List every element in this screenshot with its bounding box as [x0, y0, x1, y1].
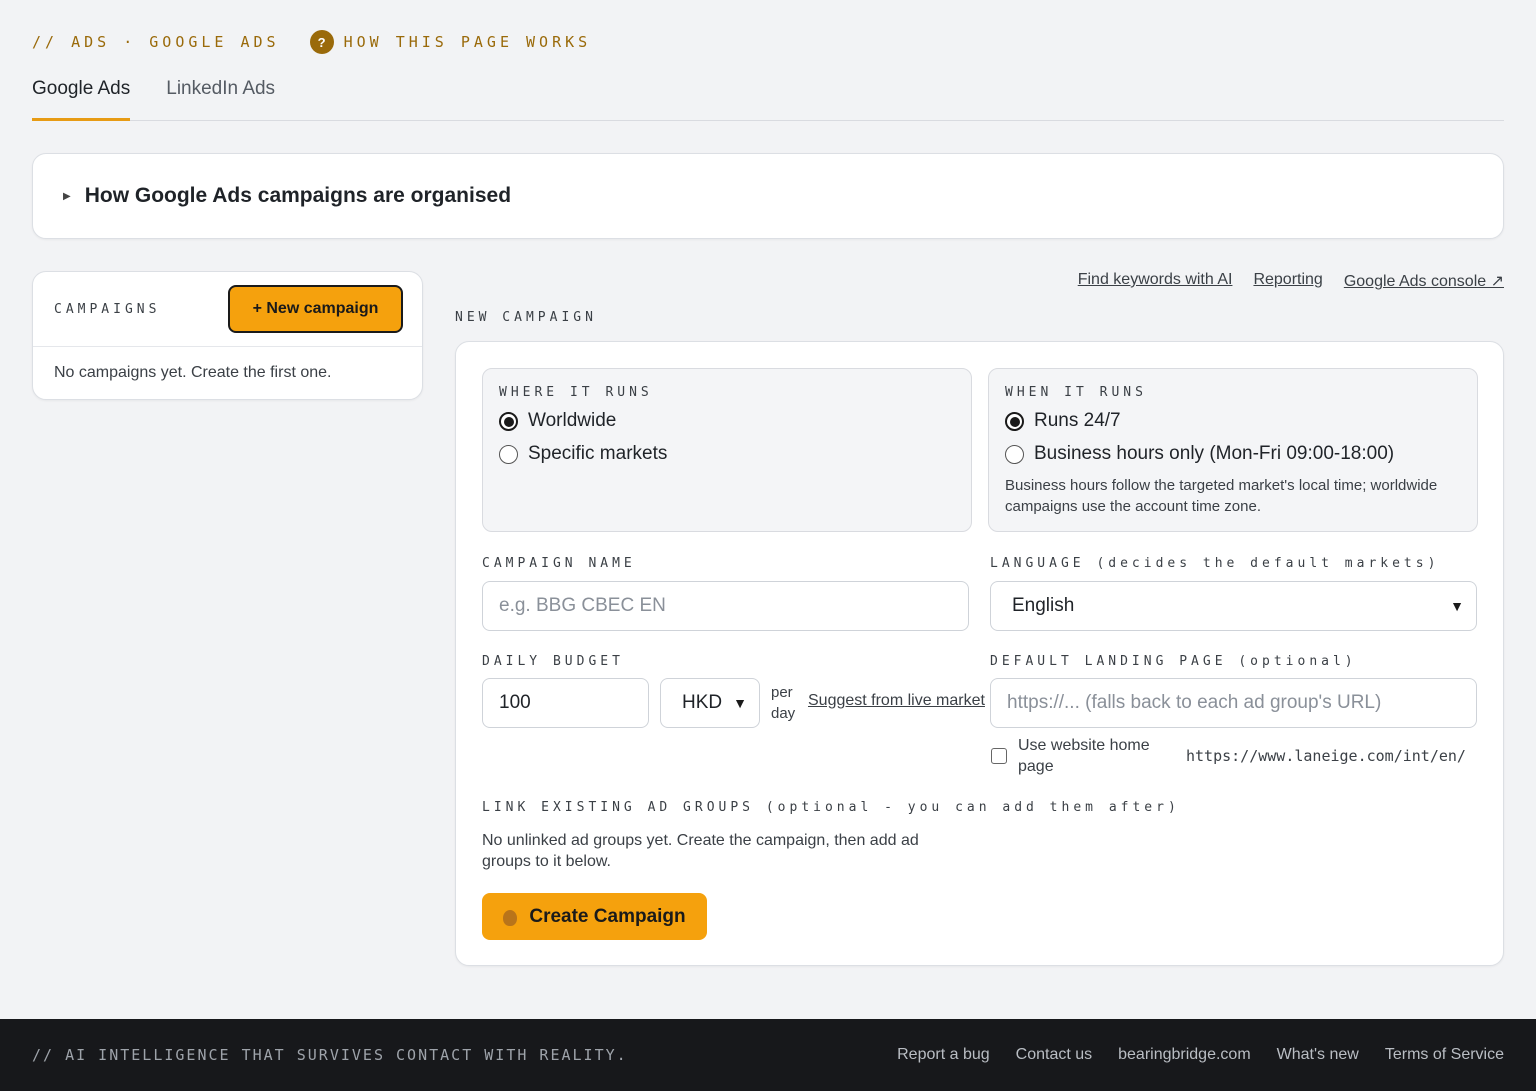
where-it-runs-label: WHERE IT RUNS — [499, 385, 653, 400]
radio-business-hours[interactable]: Business hours only (Mon-Fri 09:00-18:00… — [1005, 443, 1461, 465]
campaign-name-input[interactable]: e.g. BBG CBEC EN — [482, 581, 969, 631]
create-campaign-label: Create Campaign — [529, 905, 686, 927]
new-campaign-label: NEW CAMPAIGN — [455, 310, 597, 325]
where-it-runs-box: WHERE IT RUNS Worldwide Specific markets — [482, 368, 972, 532]
campaigns-empty-text: No campaigns yet. Create the first one. — [54, 364, 332, 381]
home-url-text: https://www.laneige.com/int/en/ — [1186, 747, 1466, 765]
currency-select[interactable]: HKD ▼ — [660, 678, 760, 728]
reporting-link[interactable]: Reporting — [1253, 271, 1322, 291]
when-it-runs-box: WHEN IT RUNS Runs 24/7 Business hours on… — [988, 368, 1478, 532]
currency-value: HKD — [682, 692, 723, 713]
no-ad-groups-text: No unlinked ad groups yet. Create the ca… — [482, 832, 919, 870]
radio-checked-icon — [499, 411, 518, 431]
suggest-budget-link[interactable]: Suggest from live market — [808, 692, 990, 710]
campaigns-panel-header: CAMPAIGNS + New campaign — [33, 272, 422, 347]
money-bag-icon — [503, 909, 518, 926]
footer: // AI INTELLIGENCE THAT SURVIVES CONTACT… — [0, 1019, 1536, 1091]
help-icon: ? — [309, 30, 334, 54]
find-keywords-link[interactable]: Find keywords with AI — [1078, 271, 1233, 291]
business-hours-note: Business hours follow the targeted marke… — [1005, 477, 1438, 515]
new-campaign-form: WHERE IT RUNS Worldwide Specific markets… — [455, 341, 1504, 966]
use-home-page-label: Use website home page — [1018, 737, 1150, 775]
contact-us-link[interactable]: Contact us — [1016, 1046, 1092, 1064]
new-campaign-button[interactable]: + New campaign — [228, 285, 403, 333]
footer-tagline: // AI INTELLIGENCE THAT SURVIVES CONTACT… — [32, 1046, 628, 1064]
google-ads-console-link[interactable]: Google Ads console ↗ — [1344, 271, 1504, 291]
tab-linkedin-ads[interactable]: LinkedIn Ads — [166, 78, 275, 120]
language-value: English — [1012, 595, 1075, 616]
disclosure-triangle-icon: ▶ — [63, 190, 71, 202]
radio-worldwide[interactable]: Worldwide — [499, 410, 955, 432]
campaign-name-label: CAMPAIGN NAME — [482, 556, 636, 571]
chevron-down-icon: ▼ — [733, 695, 747, 711]
radio-label: Worldwide — [528, 410, 617, 431]
radio-unchecked-icon — [1005, 444, 1024, 464]
campaigns-label: CAMPAIGNS — [54, 301, 161, 317]
radio-checked-icon — [1005, 411, 1024, 431]
utility-links: Find keywords with AI Reporting Google A… — [1078, 271, 1504, 291]
radio-unchecked-icon — [499, 444, 518, 464]
footer-links: Report a bug Contact us bearingbridge.co… — [897, 1046, 1504, 1064]
daily-budget-input[interactable]: 100 — [482, 678, 649, 728]
create-campaign-button[interactable]: Create Campaign — [482, 893, 707, 940]
breadcrumb: // ADS · GOOGLE ADS — [32, 33, 280, 51]
whats-new-link[interactable]: What's new — [1277, 1046, 1359, 1064]
report-bug-link[interactable]: Report a bug — [897, 1046, 990, 1064]
breadcrumb-bar: // ADS · GOOGLE ADS ? HOW THIS PAGE WORK… — [32, 30, 591, 54]
radio-label: Specific markets — [528, 443, 668, 464]
tab-google-ads[interactable]: Google Ads — [32, 78, 131, 121]
radio-label: Runs 24/7 — [1034, 410, 1121, 431]
link-ad-groups-label: LINK EXISTING AD GROUPS (optional - you … — [482, 800, 1180, 815]
campaigns-panel: CAMPAIGNS + New campaign No campaigns ye… — [32, 271, 423, 400]
accordion-title: How Google Ads campaigns are organised — [84, 184, 512, 207]
use-home-page-checkbox[interactable] — [991, 748, 1007, 764]
radio-specific-markets[interactable]: Specific markets — [499, 443, 955, 465]
when-it-runs-label: WHEN IT RUNS — [1005, 385, 1147, 400]
landing-page-input[interactable]: https://... (falls back to each ad group… — [990, 678, 1477, 728]
help-label: HOW THIS PAGE WORKS — [343, 33, 592, 51]
daily-budget-label: DAILY BUDGET — [482, 654, 624, 669]
campaign-organisation-accordion[interactable]: ▶ How Google Ads campaigns are organised — [32, 153, 1504, 239]
how-this-page-works-button[interactable]: ? HOW THIS PAGE WORKS — [309, 30, 592, 54]
language-select[interactable]: English ▼ — [990, 581, 1477, 631]
language-label: LANGUAGE (decides the default markets) — [990, 556, 1440, 571]
per-day-text: per day — [771, 684, 796, 722]
terms-link[interactable]: Terms of Service — [1385, 1046, 1504, 1064]
website-link[interactable]: bearingbridge.com — [1118, 1046, 1251, 1064]
landing-page-label: DEFAULT LANDING PAGE (optional) — [990, 654, 1357, 669]
chevron-down-icon: ▼ — [1450, 598, 1464, 614]
radio-runs-24-7[interactable]: Runs 24/7 — [1005, 410, 1461, 432]
tab-bar: Google Ads LinkedIn Ads — [32, 78, 1504, 121]
radio-label: Business hours only (Mon-Fri 09:00-18:00… — [1034, 443, 1395, 464]
